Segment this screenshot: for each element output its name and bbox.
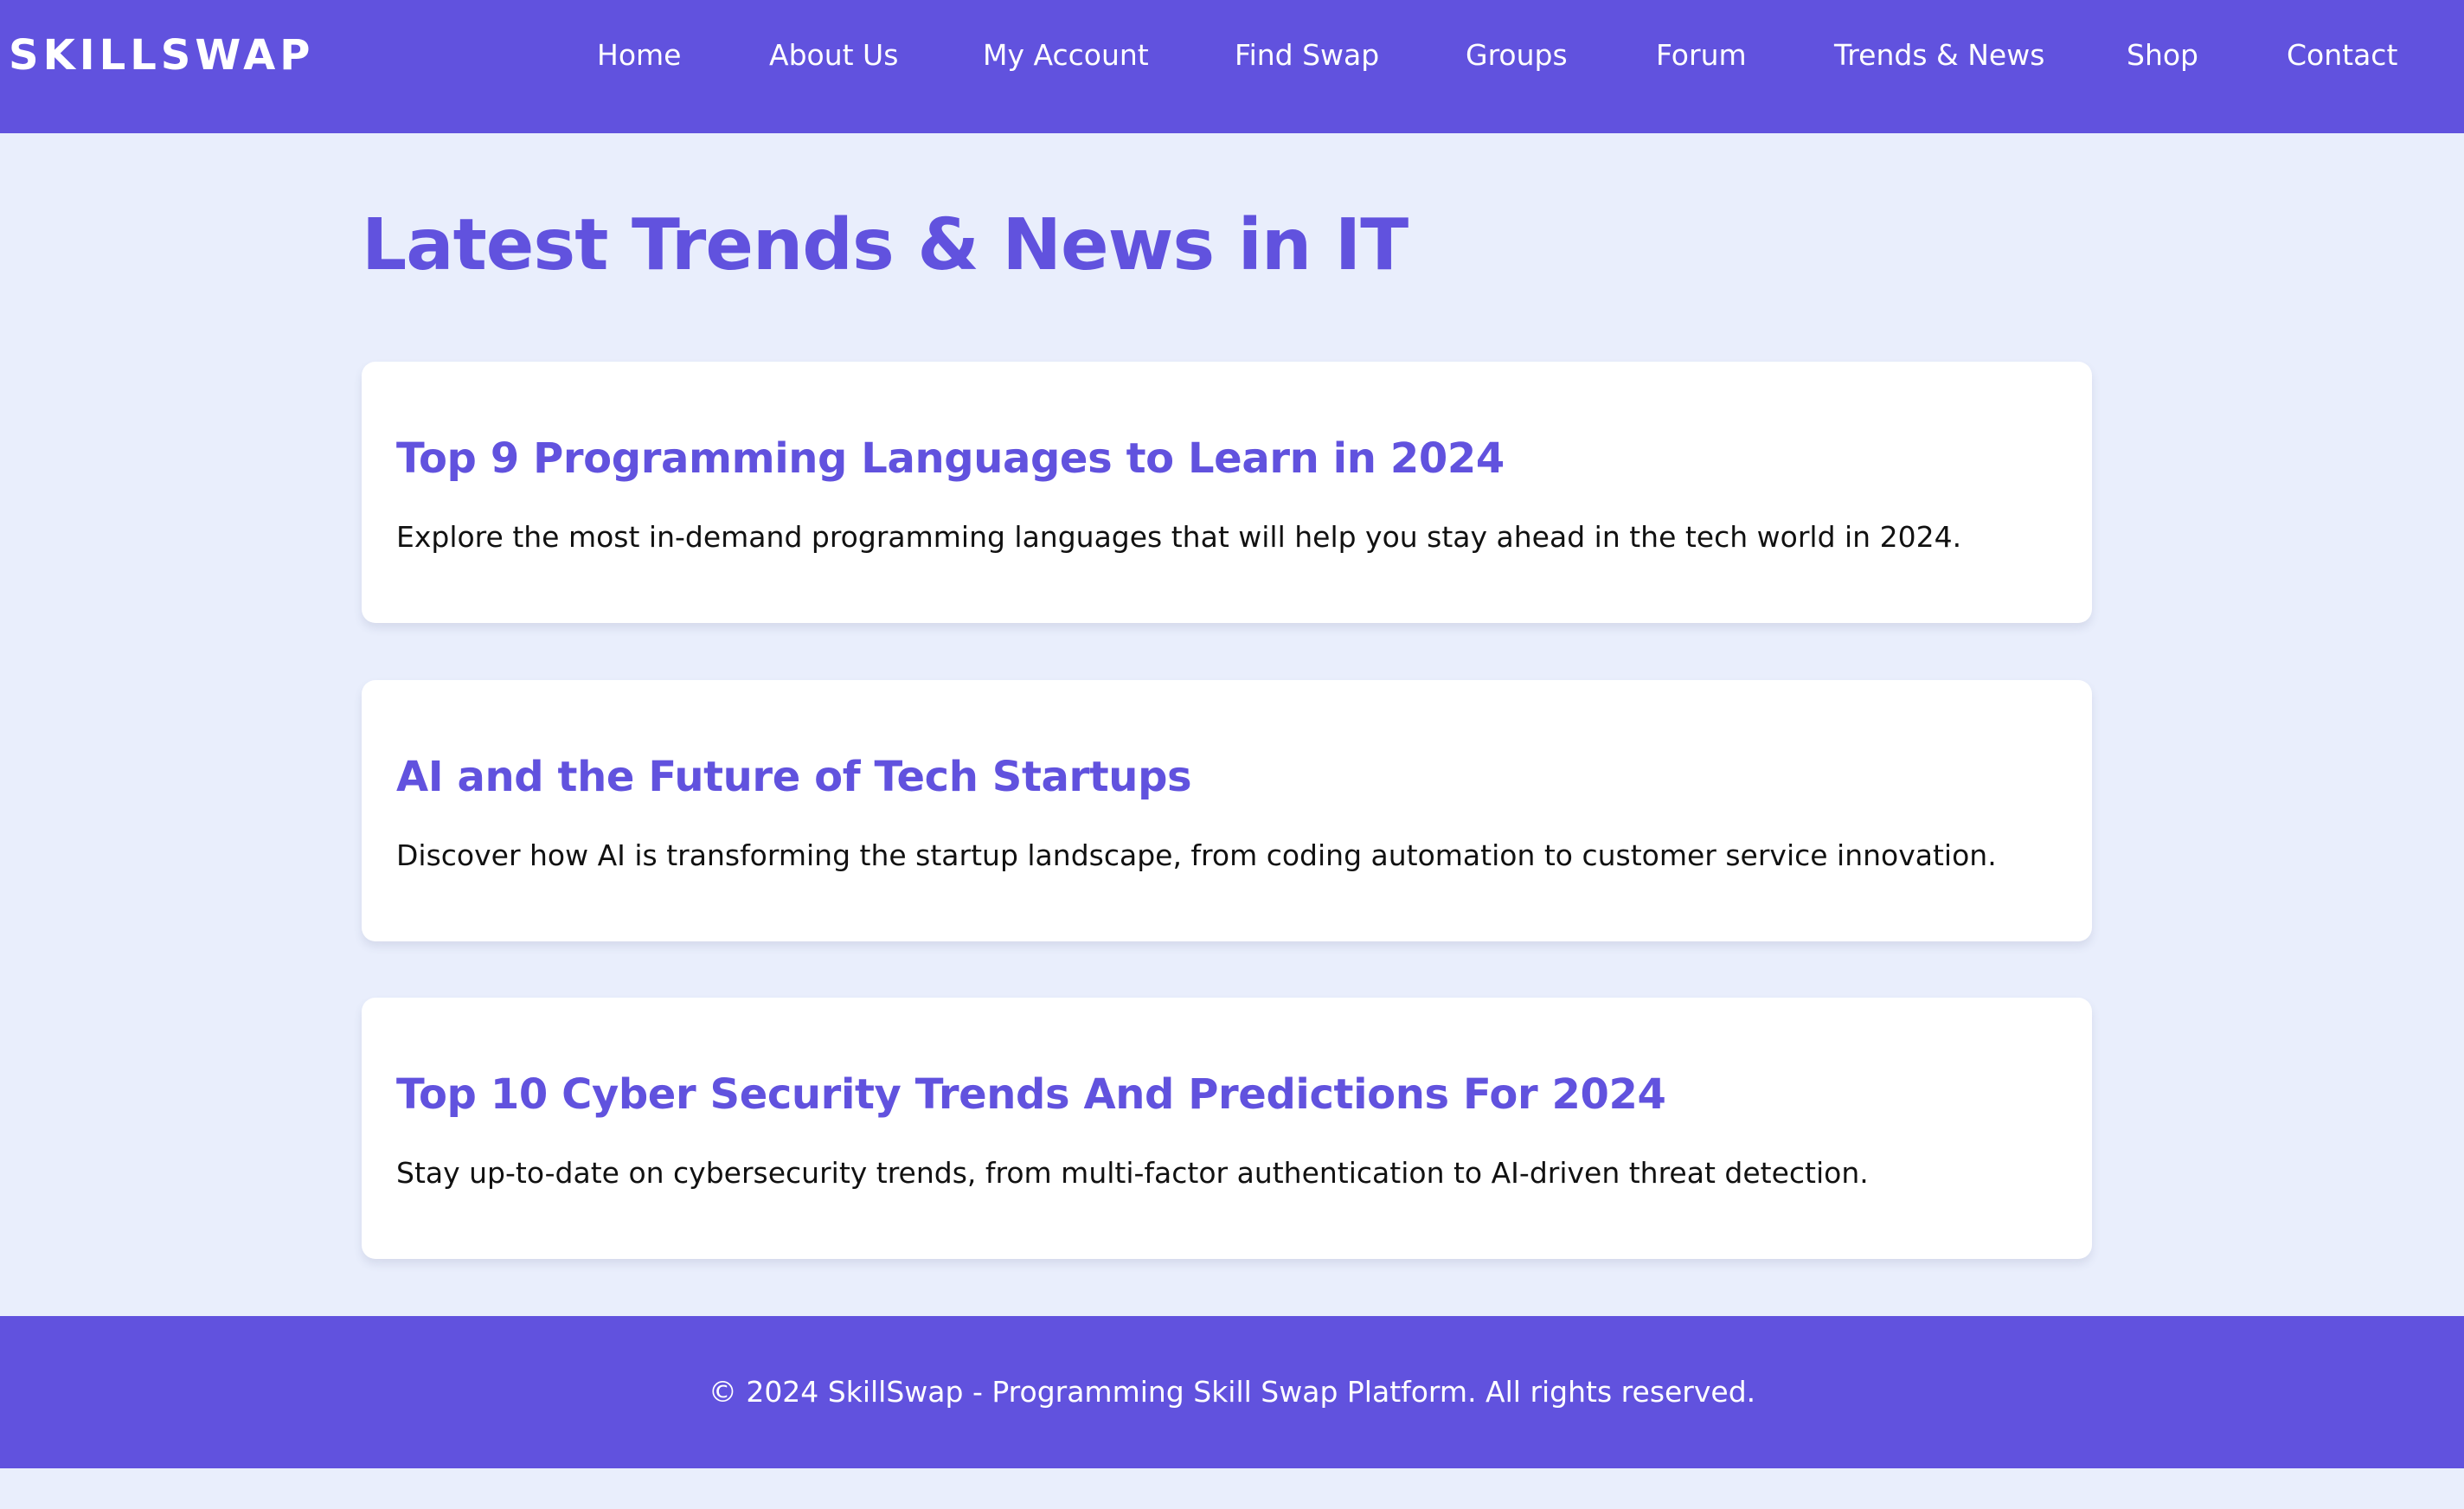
article-title-link[interactable]: AI and the Future of Tech Startups [396,751,1192,803]
main-content: Latest Trends & News in IT Top 9 Program… [0,133,2464,1316]
article-description: Explore the most in-demand programming l… [396,520,1962,554]
site-footer: © 2024 SkillSwap - Programming Skill Swa… [0,1316,2464,1468]
article-card: Top 10 Cyber Security Trends And Predict… [362,998,2092,1259]
page-bottom-space [0,1468,2464,1509]
page-title: Latest Trends & News in IT [362,204,1408,286]
nav-home-link[interactable]: Home [597,36,681,74]
article-title-link[interactable]: Top 10 Cyber Security Trends And Predict… [396,1069,1666,1121]
nav-forum-link[interactable]: Forum [1656,36,1747,74]
nav-shop-link[interactable]: Shop [2127,36,2198,74]
top-navbar: SKILLSWAP Home About Us My Account Find … [0,0,2464,133]
article-title-link[interactable]: Top 9 Programming Languages to Learn in … [396,433,1505,485]
main-navigation: Home About Us My Account Find Swap Group… [0,36,2464,74]
article-card: Top 9 Programming Languages to Learn in … [362,362,2092,623]
nav-contact-link[interactable]: Contact [2287,36,2397,74]
article-card: AI and the Future of Tech Startups Disco… [362,680,2092,941]
nav-about-us-link[interactable]: About Us [769,36,898,74]
nav-my-account-link[interactable]: My Account [983,36,1149,74]
nav-trends-news-link[interactable]: Trends & News [1834,36,2044,74]
nav-find-swap-link[interactable]: Find Swap [1235,36,1379,74]
nav-groups-link[interactable]: Groups [1466,36,1568,74]
article-description: Discover how AI is transforming the star… [396,838,1997,872]
article-description: Stay up-to-date on cybersecurity trends,… [396,1156,1869,1190]
footer-copyright: © 2024 SkillSwap - Programming Skill Swa… [708,1375,1756,1409]
